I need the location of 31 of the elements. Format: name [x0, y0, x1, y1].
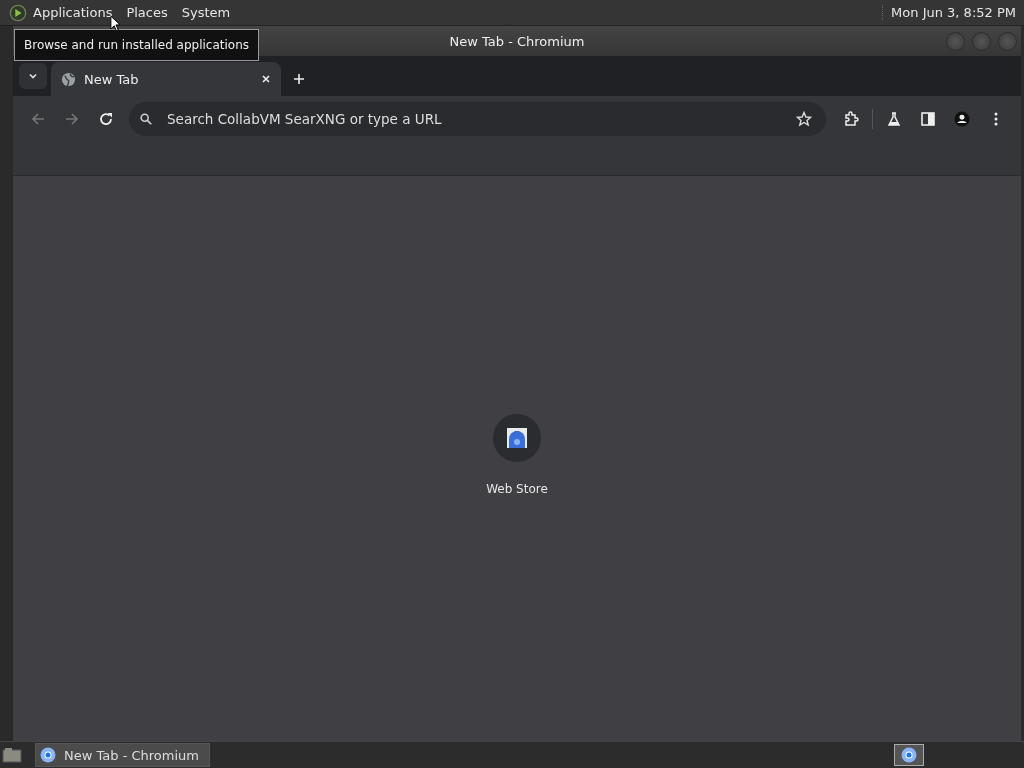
close-tab-icon[interactable]	[261, 74, 271, 84]
browser-icon	[40, 747, 56, 763]
panel-menu[interactable]: Applications	[33, 5, 113, 20]
store-icon	[506, 427, 528, 449]
taskbar-item[interactable]: New Tab - Chromium	[35, 743, 210, 767]
window-title: New Tab - Chromium	[449, 33, 585, 49]
browser-icon	[901, 747, 917, 763]
flask-icon[interactable]	[886, 110, 902, 127]
back-icon[interactable]	[30, 110, 46, 127]
bookmark-star-icon[interactable]	[796, 110, 812, 127]
shortcut-tile[interactable]	[493, 414, 541, 462]
puzzle-piece-icon[interactable]	[843, 110, 859, 127]
new-tab-icon[interactable]	[293, 73, 305, 85]
globe-icon	[61, 71, 76, 87]
play-logo-icon[interactable]	[9, 3, 27, 22]
side-panel-icon[interactable]	[920, 110, 936, 127]
panel-menu[interactable]: Places	[126, 5, 168, 20]
shortcut-label: Web Store	[486, 482, 548, 496]
reload-icon[interactable]	[98, 110, 114, 127]
address-bar[interactable]: Search CollabVM SearXNG or type a URL	[129, 101, 826, 136]
workspace-switcher[interactable]	[894, 744, 924, 766]
panel-menu[interactable]: System	[181, 5, 231, 20]
caret-icon	[28, 71, 38, 81]
show-desktop-icon[interactable]	[2, 747, 22, 763]
mouse-cursor-icon	[110, 15, 121, 32]
profile-icon[interactable]	[954, 110, 970, 127]
browser-tab[interactable]: New Tab	[51, 62, 281, 96]
search-icon	[139, 111, 153, 126]
clock[interactable]: Mon Jun 3, 8:52 PM	[882, 5, 1016, 20]
forward-icon[interactable]	[64, 110, 80, 127]
tooltip: Browse and run installed applications	[14, 29, 260, 61]
